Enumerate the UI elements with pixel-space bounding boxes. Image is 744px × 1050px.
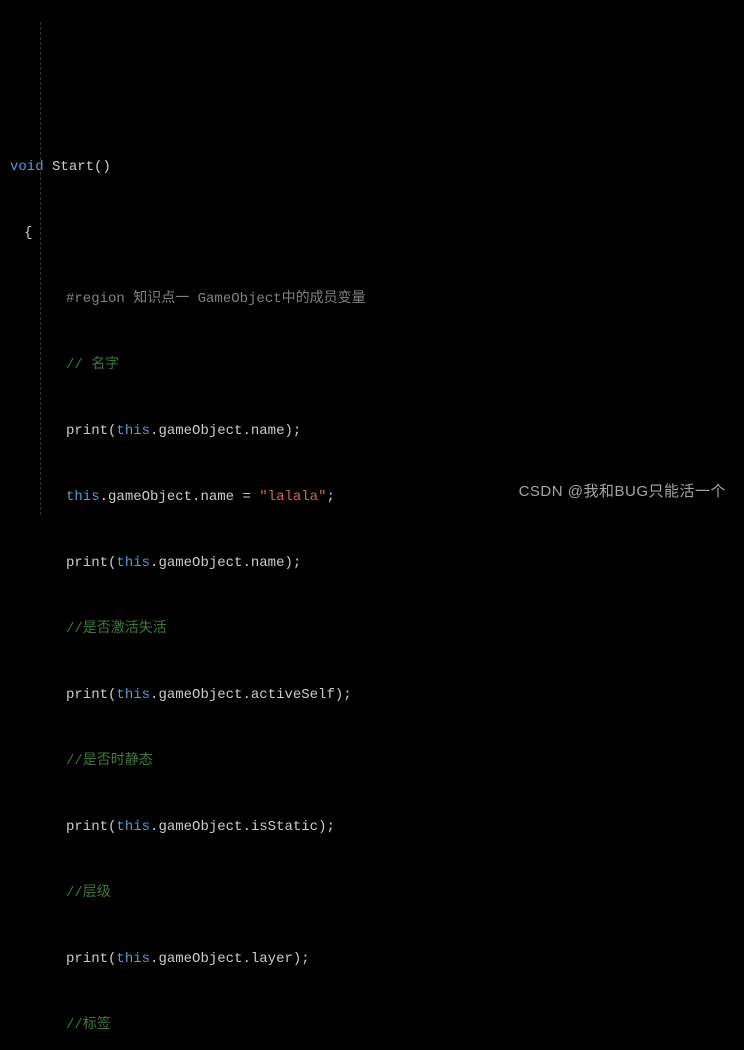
- member: gameObject: [158, 951, 242, 967]
- member: isStatic: [251, 819, 318, 835]
- comment: //层级: [66, 885, 111, 901]
- code-line: //层级: [10, 882, 744, 904]
- semicolon: ;: [293, 555, 301, 571]
- fn-print: print: [66, 819, 108, 835]
- paren: (: [108, 951, 116, 967]
- region-start: #region 知识点一 GameObject中的成员变量: [66, 291, 366, 307]
- comment: //是否时静态: [66, 753, 153, 769]
- member: name: [200, 489, 234, 505]
- string-literal: "lalala": [259, 489, 326, 505]
- fn-print: print: [66, 687, 108, 703]
- method-name: Start: [52, 159, 94, 175]
- fn-print: print: [66, 555, 108, 571]
- dot: .: [150, 819, 158, 835]
- keyword-this: this: [116, 819, 150, 835]
- fn-print: print: [66, 951, 108, 967]
- paren: ): [284, 423, 292, 439]
- watermark: CSDN @我和BUG只能活一个: [519, 481, 726, 503]
- keyword-void: void: [10, 159, 44, 175]
- paren: (: [108, 819, 116, 835]
- operator-eq: =: [234, 489, 259, 505]
- dot: .: [242, 687, 250, 703]
- brace-open: {: [24, 225, 32, 241]
- member: name: [251, 423, 285, 439]
- paren: ): [293, 951, 301, 967]
- code-line: // 名字: [10, 354, 744, 376]
- dot: .: [150, 951, 158, 967]
- dot: .: [242, 951, 250, 967]
- member: activeSelf: [251, 687, 335, 703]
- paren: ): [284, 555, 292, 571]
- semicolon: ;: [293, 423, 301, 439]
- code-line: print(this.gameObject.layer);: [10, 948, 744, 970]
- dot: .: [150, 687, 158, 703]
- dot: .: [242, 423, 250, 439]
- paren: (: [108, 555, 116, 571]
- semicolon: ;: [326, 489, 334, 505]
- keyword-this: this: [116, 951, 150, 967]
- keyword-this: this: [116, 555, 150, 571]
- code-line: print(this.gameObject.isStatic);: [10, 816, 744, 838]
- dot: .: [100, 489, 108, 505]
- member: gameObject: [158, 687, 242, 703]
- code-line: //是否激活失活: [10, 618, 744, 640]
- dot: .: [242, 819, 250, 835]
- dot: .: [150, 555, 158, 571]
- keyword-this: this: [116, 687, 150, 703]
- member: gameObject: [158, 423, 242, 439]
- member: gameObject: [158, 819, 242, 835]
- comment: //标签: [66, 1017, 111, 1033]
- code-line: //是否时静态: [10, 750, 744, 772]
- member: name: [251, 555, 285, 571]
- semicolon: ;: [301, 951, 309, 967]
- indent-guide: [40, 22, 41, 515]
- semicolon: ;: [326, 819, 334, 835]
- member: gameObject: [108, 489, 192, 505]
- code-line: print(this.gameObject.activeSelf);: [10, 684, 744, 706]
- code-line: {: [10, 222, 744, 244]
- keyword-this: this: [116, 423, 150, 439]
- code-editor[interactable]: void Start() { #region 知识点一 GameObject中的…: [0, 88, 744, 1050]
- code-line: print(this.gameObject.name);: [10, 552, 744, 574]
- paren: (: [108, 687, 116, 703]
- semicolon: ;: [343, 687, 351, 703]
- comment: // 名字: [66, 357, 119, 373]
- dot: .: [242, 555, 250, 571]
- member: gameObject: [158, 555, 242, 571]
- code-line: void Start(): [10, 156, 744, 178]
- code-line: #region 知识点一 GameObject中的成员变量: [10, 288, 744, 310]
- paren: ): [335, 687, 343, 703]
- fn-print: print: [66, 423, 108, 439]
- member: layer: [251, 951, 293, 967]
- code-line: print(this.gameObject.name);: [10, 420, 744, 442]
- comment: //是否激活失活: [66, 621, 167, 637]
- keyword-this: this: [66, 489, 100, 505]
- code-line: //标签: [10, 1014, 744, 1036]
- paren-close: ): [102, 159, 110, 175]
- paren: ): [318, 819, 326, 835]
